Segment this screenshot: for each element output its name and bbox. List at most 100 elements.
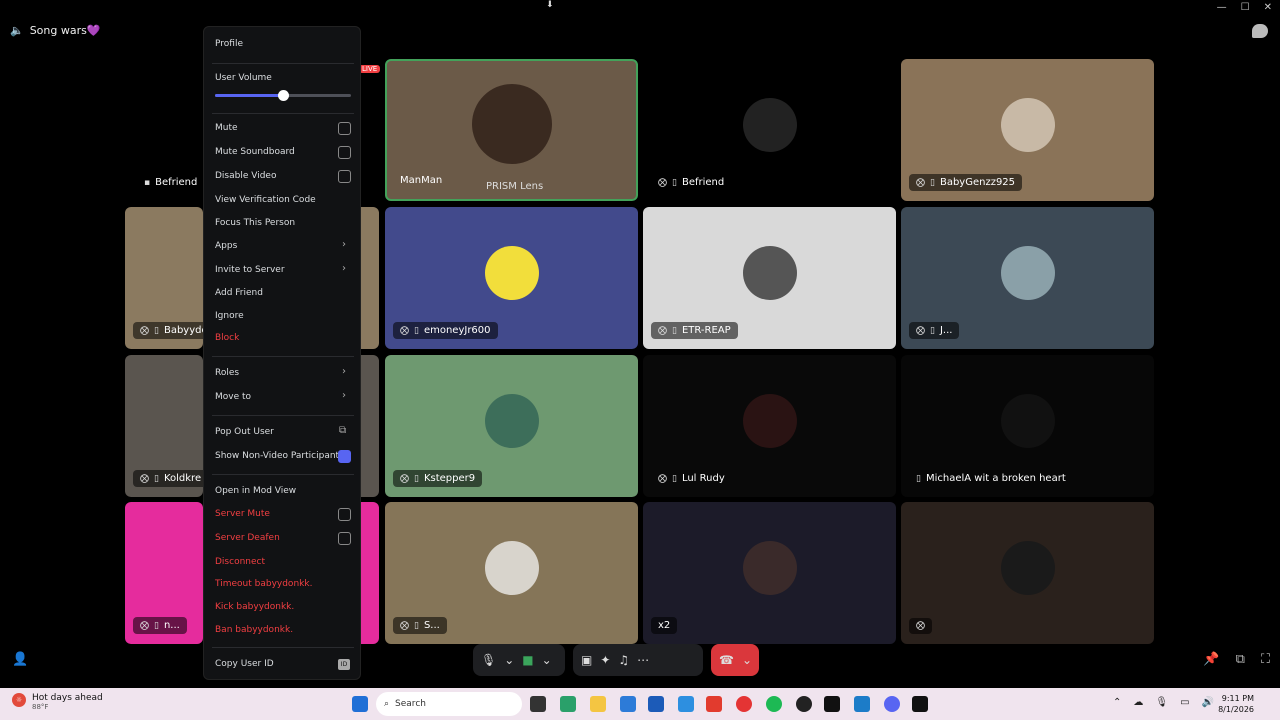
tile-username: ETR-REAP [681, 325, 731, 336]
microphone-icon[interactable]: 🎙 [1155, 697, 1168, 708]
collapse-arrow-icon[interactable]: ⬇ [546, 0, 554, 10]
menu-invite-to-server[interactable]: Invite to Server [215, 265, 285, 275]
video-tile[interactable]: ⨂ ▯ Befriend [643, 59, 896, 201]
video-tile[interactable]: ⨂ ▯ S... [385, 502, 638, 644]
show-non-video-checkbox[interactable] [338, 450, 351, 463]
menu-mute[interactable]: Mute [215, 123, 238, 133]
menu-add-friend[interactable]: Add Friend [215, 288, 263, 298]
menu-profile[interactable]: Profile [215, 39, 243, 49]
app-icon[interactable] [796, 696, 812, 712]
soundboard-icon[interactable]: ♫ [618, 653, 629, 667]
clock-date: 8/1/2026 [1218, 705, 1254, 714]
add-people-icon[interactable]: 👤 [12, 652, 28, 667]
server-deafen-checkbox[interactable] [338, 532, 351, 545]
menu-move-to[interactable]: Move to [215, 392, 251, 402]
menu-ignore[interactable]: Ignore [215, 311, 244, 321]
video-tile[interactable]: ▪ Befriend [125, 59, 203, 201]
network-icon[interactable]: ▭ [1180, 697, 1189, 708]
video-tile-edge [361, 207, 379, 349]
app-icon[interactable] [678, 696, 694, 712]
screen-share-icon[interactable]: ▣ [581, 653, 592, 667]
chevron-up-icon[interactable]: ⌃ [1113, 697, 1121, 708]
menu-show-non-video[interactable]: Show Non-Video Participants [215, 451, 344, 461]
menu-server-mute[interactable]: Server Mute [215, 509, 270, 519]
volume-icon[interactable]: 🔊 [1202, 697, 1214, 708]
cloud-icon[interactable]: ☁ [1133, 697, 1143, 708]
video-tile[interactable]: ⨂ ▯ Koldkre [125, 355, 203, 497]
tile-label: ⨂ ▯ Kstepper9 [393, 470, 483, 487]
disable-video-checkbox[interactable] [338, 170, 351, 183]
video-tile[interactable]: ⨂ ▯ emoneyJr600 [385, 207, 638, 349]
menu-block[interactable]: Block [215, 333, 239, 343]
widgets-icon[interactable] [560, 696, 576, 712]
video-tile[interactable]: ⨂ ▯ n... [125, 502, 203, 644]
app-icon[interactable] [824, 696, 840, 712]
pin-icon[interactable]: 📌 [1203, 652, 1219, 667]
video-tile[interactable]: ⨂ ▯ BabyGenzz925 [901, 59, 1154, 201]
chevron-down-icon[interactable]: ⌄ [742, 653, 752, 667]
avatar [1000, 541, 1055, 595]
mic-video-controls: 🎙 ⌄ ■ ⌄ [473, 644, 565, 676]
menu-mute-soundboard[interactable]: Mute Soundboard [215, 147, 295, 157]
menu-kick[interactable]: Kick babyydonkk. [215, 602, 294, 612]
weather-widget[interactable]: ☼ Hot days ahead 88°F [12, 693, 103, 711]
menu-view-verification-code[interactable]: View Verification Code [215, 195, 316, 205]
chevron-down-icon[interactable]: ⌄ [504, 653, 514, 667]
fullscreen-icon[interactable]: ⛶ [1261, 652, 1270, 667]
minimize-icon[interactable]: — [1217, 2, 1227, 13]
taskbar-search[interactable]: ⌕ Search [376, 692, 522, 716]
maximize-icon[interactable]: ☐ [1241, 2, 1250, 13]
outlook-icon[interactable] [648, 696, 664, 712]
video-tile[interactable]: ⨂ ▯ J... [901, 207, 1154, 349]
mute-soundboard-checkbox[interactable] [338, 146, 351, 159]
server-mute-checkbox[interactable] [338, 508, 351, 521]
audio-app-icon[interactable] [912, 696, 928, 712]
pop-out-icon[interactable]: ⧉ [1236, 652, 1245, 667]
camera-icon[interactable]: ■ [522, 653, 533, 667]
speaker-icon: 🔈 [10, 24, 24, 37]
video-tile[interactable]: ⨂ ▯ ETR-REAP [643, 207, 896, 349]
app-icon[interactable] [854, 696, 870, 712]
windows-start-icon[interactable] [352, 696, 368, 712]
menu-apps[interactable]: Apps [215, 241, 237, 251]
chat-icon[interactable] [1252, 24, 1268, 38]
menu-focus-person[interactable]: Focus This Person [215, 218, 295, 228]
menu-open-mod-view[interactable]: Open in Mod View [215, 486, 296, 496]
activities-icon[interactable]: ✦ [600, 653, 610, 667]
video-tile[interactable]: ⨂ ▯ Kstepper9 [385, 355, 638, 497]
menu-copy-user-id[interactable]: Copy User ID [215, 659, 274, 669]
store-icon[interactable] [620, 696, 636, 712]
menu-timeout[interactable]: Timeout babyydonkk. [215, 579, 312, 589]
menu-ban[interactable]: Ban babyydonkk. [215, 625, 293, 635]
more-options-icon[interactable]: ⋯ [637, 653, 649, 667]
video-tile[interactable]: ⨂ [901, 502, 1154, 644]
menu-disable-video[interactable]: Disable Video [215, 171, 276, 181]
clock[interactable]: 9:11 PM 8/1/2026 [1218, 693, 1254, 715]
opera-icon[interactable] [736, 696, 752, 712]
avatar [742, 98, 797, 152]
spotify-icon[interactable] [766, 696, 782, 712]
channel-header: 🔈 Song wars💜 [10, 24, 101, 37]
user-volume-slider[interactable] [215, 90, 351, 101]
chevron-down-icon[interactable]: ⌄ [542, 653, 552, 667]
mute-checkbox[interactable] [338, 122, 351, 135]
microphone-icon[interactable]: 🎙 [481, 653, 496, 667]
volume-knob[interactable] [278, 90, 289, 101]
discord-icon[interactable] [884, 696, 900, 712]
video-tile[interactable]: ⨂ ▯ Lul Rudy [643, 355, 896, 497]
file-explorer-icon[interactable] [590, 696, 606, 712]
video-tile[interactable]: x2 [643, 502, 896, 644]
menu-disconnect[interactable]: Disconnect [215, 557, 265, 567]
video-tile[interactable]: ⨂ ▯ Babyydo [125, 207, 203, 349]
menu-server-deafen[interactable]: Server Deafen [215, 533, 280, 543]
clock-time: 9:11 PM [1221, 694, 1254, 703]
lens-label: PRISM Lens [479, 178, 550, 195]
disconnect-button[interactable]: ☎ ⌄ [711, 644, 759, 676]
app-icon[interactable] [706, 696, 722, 712]
video-tile[interactable]: ▯ MichaelA wit a broken heart [901, 355, 1154, 497]
menu-pop-out-user[interactable]: Pop Out User [215, 427, 274, 437]
close-icon[interactable]: ✕ [1264, 2, 1272, 13]
video-tile[interactable]: ManMan PRISM Lens [385, 59, 638, 201]
task-view-icon[interactable] [530, 696, 546, 712]
menu-roles[interactable]: Roles [215, 368, 239, 378]
